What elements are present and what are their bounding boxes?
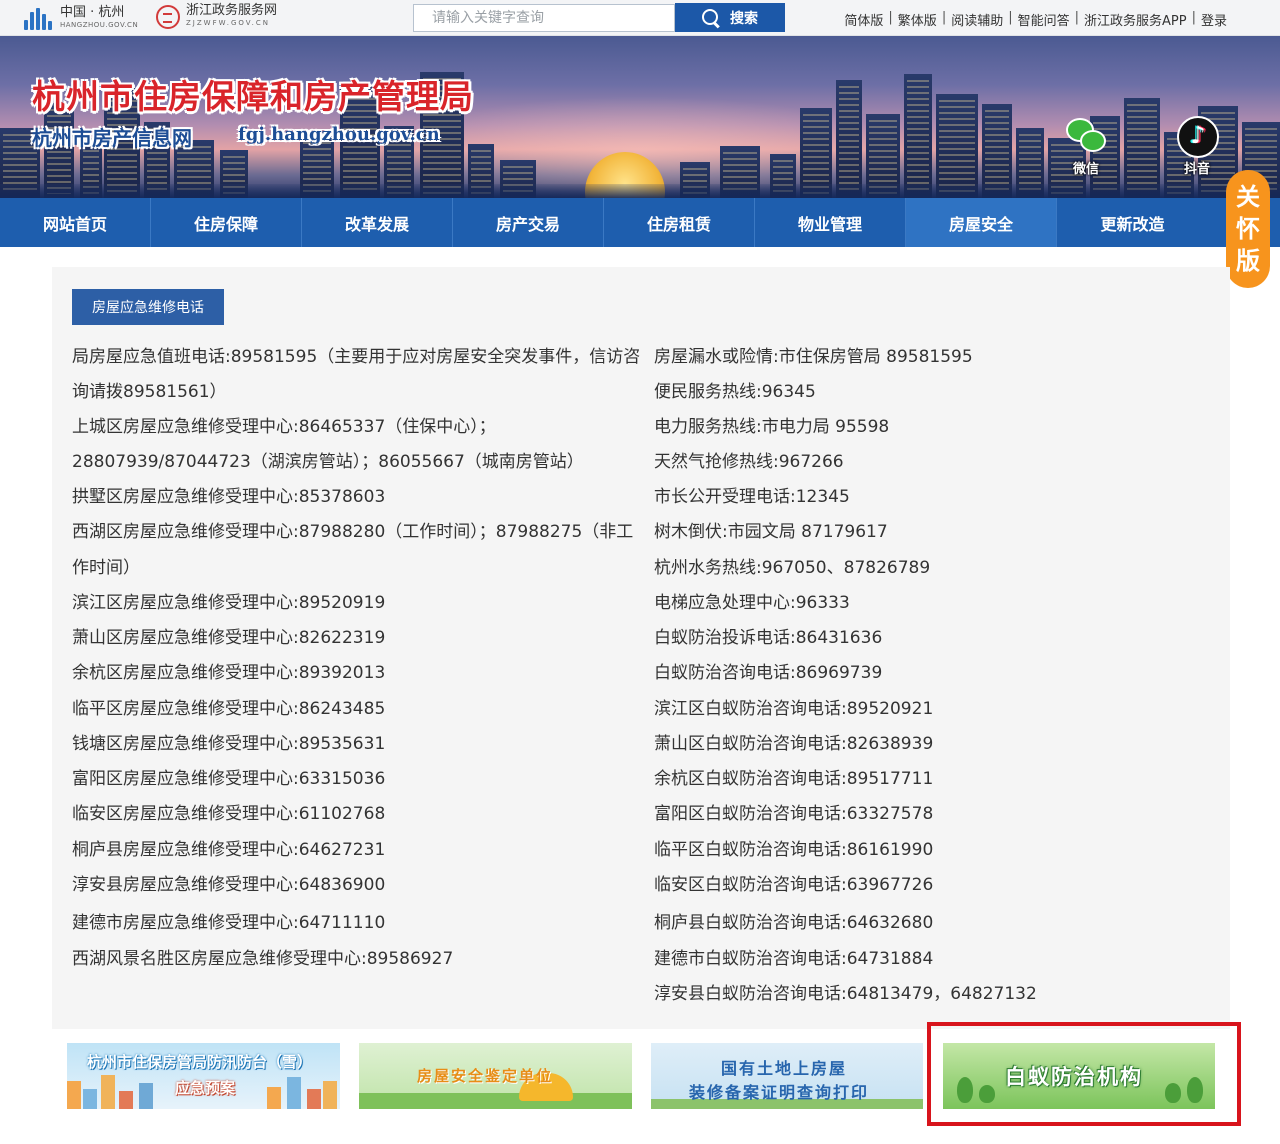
list-item: 28807939/87044723（湖滨房管站）；86055667（城南房管站） xyxy=(72,452,584,472)
douyin-icon: ♪ xyxy=(1175,116,1219,158)
care-char-3: 版 xyxy=(1236,247,1260,275)
search-icon xyxy=(702,8,720,27)
list-item: 西湖区房屋应急维修受理中心:87988280（工作时间）；87988275（非工 xyxy=(72,522,634,542)
decoration-banner-subtitle: 装修备案证明查询打印 xyxy=(689,1083,870,1102)
list-item: 电梯应急处理中心:96333 xyxy=(654,593,850,613)
wechat-link[interactable]: 微信 xyxy=(1061,116,1111,177)
zjzwfw-name: 浙江政务服务网 xyxy=(186,3,278,18)
safety-appraisal-label: 房屋安全鉴定单位 xyxy=(417,1067,554,1085)
link-traditional[interactable]: 繁体版 xyxy=(893,10,942,29)
nav-home[interactable]: 网站首页 xyxy=(0,198,151,247)
list-item: 建德市房屋应急维修受理中心:64711110 xyxy=(72,913,386,933)
site-domain: fgj.hangzhou.gov.cn xyxy=(238,124,440,145)
list-item: 西湖风景名胜区房屋应急维修受理中心:89586927 xyxy=(72,949,454,969)
wechat-label: 微信 xyxy=(1072,162,1099,177)
list-item: 杭州水务热线:967050、87826789 xyxy=(654,558,931,578)
list-item: 淳安县房屋应急维修受理中心:64836900 xyxy=(72,875,386,895)
search-button-label: 搜索 xyxy=(730,10,758,27)
hangzhou-gov-domain: HANGZHOU.GOV.CN xyxy=(60,21,139,29)
nav-rental[interactable]: 住房租赁 xyxy=(604,198,755,247)
top-bar: 中国 · 杭州 HANGZHOU.GOV.CN 浙江政务服务网 ZJZWFW.G… xyxy=(0,0,1280,36)
flood-banner-subtitle: 应急预案 xyxy=(175,1079,236,1097)
list-item: 市长公开受理电话:12345 xyxy=(654,487,850,507)
main-nav: 网站首页 住房保障 改革发展 房产交易 住房租赁 物业管理 房屋安全 更新改造 xyxy=(0,198,1280,247)
highlight-box xyxy=(927,1022,1241,1126)
link-smart-qa[interactable]: 智能问答 xyxy=(1013,10,1075,29)
list-item: 富阳区白蚁防治咨询电话:63327578 xyxy=(654,804,934,824)
list-item: 临平区房屋应急维修受理中心:86243485 xyxy=(72,699,386,719)
search-button[interactable]: 搜索 xyxy=(675,3,785,32)
douyin-link[interactable]: ♪ 抖音 xyxy=(1172,116,1222,177)
zjzwfw-logo[interactable]: 浙江政务服务网 ZJZWFW.GOV.CN xyxy=(156,3,278,29)
hangzhou-emblem-icon xyxy=(20,6,54,32)
care-char-2: 怀 xyxy=(1236,215,1260,243)
list-item: 建德市白蚁防治咨询电话:64731884 xyxy=(654,949,934,969)
list-item: 富阳区房屋应急维修受理中心:63315036 xyxy=(72,769,386,789)
flood-banner-title: 杭州市住保房管局防汛防台（雪） xyxy=(87,1053,313,1071)
wechat-icon xyxy=(1064,116,1108,156)
list-item: 淳安县白蚁防治咨询电话:64813479，64827132 xyxy=(654,984,1037,1004)
list-item: 上城区房屋应急维修受理中心:86465337（住保中心）； xyxy=(72,417,496,437)
link-reading-aid[interactable]: 阅读辅助 xyxy=(946,10,1008,29)
nav-renewal[interactable]: 更新改造 xyxy=(1057,198,1208,247)
list-item: 电力服务热线:市电力局 95598 xyxy=(654,417,890,437)
nav-housing-safety[interactable]: 房屋安全 xyxy=(906,198,1057,247)
top-links: 简体版 | 繁体版 | 阅读辅助 | 智能问答 | 浙江政务服务APP | 登录 xyxy=(839,10,1232,29)
list-item: 余杭区房屋应急维修受理中心:89392013 xyxy=(72,663,386,683)
nav-housing-security[interactable]: 住房保障 xyxy=(151,198,302,247)
site-subtitle: 杭州市房产信息网 xyxy=(32,126,192,150)
nav-reform[interactable]: 改革发展 xyxy=(302,198,453,247)
hangzhou-gov-name: 中国 · 杭州 xyxy=(60,5,125,20)
list-item: 萧山区房屋应急维修受理中心:82622319 xyxy=(72,628,386,648)
care-mode-button[interactable]: 关 怀 版 xyxy=(1226,170,1270,288)
category-tab[interactable]: 房屋应急维修电话 xyxy=(72,289,224,325)
list-item: 桐庐县房屋应急维修受理中心:64627231 xyxy=(72,840,386,860)
list-item: 作时间） xyxy=(72,558,140,578)
safety-appraisal-banner[interactable]: 房屋安全鉴定单位 xyxy=(359,1043,632,1109)
care-char-1: 关 xyxy=(1236,183,1260,211)
link-login[interactable]: 登录 xyxy=(1196,10,1232,29)
zjzwfw-domain: ZJZWFW.GOV.CN xyxy=(186,19,270,27)
link-simplified[interactable]: 简体版 xyxy=(839,10,888,29)
list-item: 余杭区白蚁防治咨询电话:89517711 xyxy=(654,769,934,789)
douyin-label: 抖音 xyxy=(1183,162,1210,177)
list-item: 拱墅区房屋应急维修受理中心:85378603 xyxy=(72,487,386,507)
list-item: 滨江区白蚁防治咨询电话:89520921 xyxy=(654,699,934,719)
decoration-record-banner[interactable]: 国有土地上房屋 装修备案证明查询打印 xyxy=(651,1043,923,1109)
zjzwfw-emblem-icon xyxy=(156,5,180,29)
search-input[interactable] xyxy=(413,4,675,32)
list-item: 天然气抢修热线:967266 xyxy=(654,452,844,472)
hangzhou-gov-logo[interactable]: 中国 · 杭州 HANGZHOU.GOV.CN xyxy=(20,5,138,33)
flood-emergency-plan-banner[interactable]: 杭州市住保房管局防汛防台（雪） 应急预案 xyxy=(67,1043,340,1109)
list-item: 萧山区白蚁防治咨询电话:82638939 xyxy=(654,734,934,754)
list-item: 滨江区房屋应急维修受理中心:89520919 xyxy=(72,593,386,613)
link-zj-app[interactable]: 浙江政务服务APP xyxy=(1079,10,1192,29)
list-item: 树木倒伏:市园文局 87179617 xyxy=(654,522,888,542)
list-item: 白蚁防治咨询电话:86969739 xyxy=(654,663,883,683)
list-item: 询请拨89581561） xyxy=(72,382,227,402)
list-item: 白蚁防治投诉电话:86431636 xyxy=(654,628,883,648)
nav-property-trade[interactable]: 房产交易 xyxy=(453,198,604,247)
list-item: 钱塘区房屋应急维修受理中心:89535631 xyxy=(72,734,386,754)
header-banner: 杭州市住房保障和房产管理局 杭州市房产信息网 fgj.hangzhou.gov.… xyxy=(0,36,1280,198)
list-item: 桐庐县白蚁防治咨询电话:64632680 xyxy=(654,913,934,933)
list-item: 临安区房屋应急维修受理中心:61102768 xyxy=(72,804,386,824)
list-item: 房屋漏水或险情:市住保房管局 89581595 xyxy=(654,347,973,367)
list-item: 便民服务热线:96345 xyxy=(654,382,816,402)
list-item: 临平区白蚁防治咨询电话:86161990 xyxy=(654,840,934,860)
list-item: 临安区白蚁防治咨询电话:63967726 xyxy=(654,875,934,895)
site-title: 杭州市住房保障和房产管理局 xyxy=(32,77,474,116)
decoration-banner-title: 国有土地上房屋 xyxy=(721,1059,848,1078)
nav-property-mgmt[interactable]: 物业管理 xyxy=(755,198,906,247)
list-item: 局房屋应急值班电话:89581595（主要用于应对房屋安全突发事件，信访咨 xyxy=(72,347,641,367)
